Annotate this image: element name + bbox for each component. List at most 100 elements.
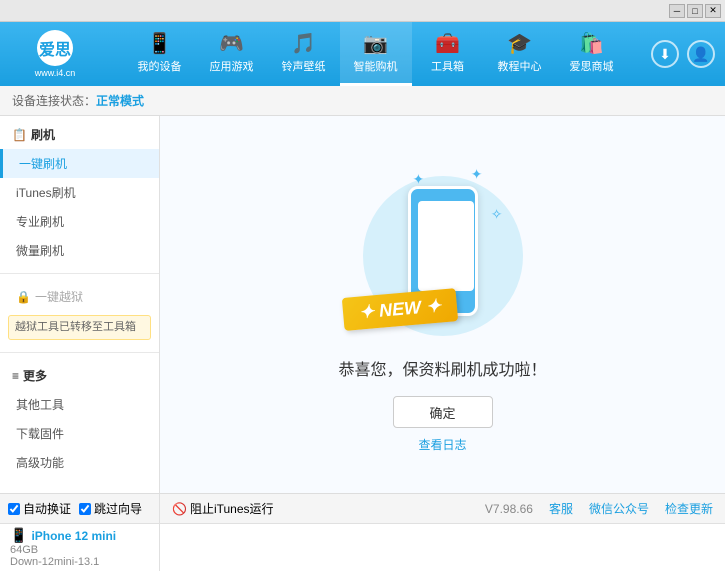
apps-games-icon: 🎮 (219, 31, 244, 56)
jailbreak-warning-text: 越狱工具已转移至工具箱 (15, 321, 136, 333)
sidebar-item-pro-flash[interactable]: 专业刷机 (0, 207, 159, 236)
sparkle-2: ✦ (471, 166, 483, 183)
nav-ringtone-label: 铃声壁纸 (282, 58, 326, 74)
nav-my-device[interactable]: 📱 我的设备 (124, 22, 196, 86)
nav-love-mall[interactable]: 🛍️ 爱思商城 (556, 22, 628, 86)
main-area: 📋 刷机 一键刷机 iTunes刷机 专业刷机 微量刷机 🔒 一键越狱 (0, 116, 725, 493)
version-label: V7.98.66 (485, 502, 533, 516)
nav-right: ⬇ 👤 (651, 40, 715, 68)
status-label: 设备连接状态： (12, 92, 96, 109)
sidebar-item-advanced[interactable]: 高级功能 (0, 448, 159, 477)
logo-area[interactable]: 爱思 www.i4.cn (10, 30, 100, 78)
bottom-bar: 自动换证 跳过向导 🚫 阻止iTunes运行 V7.98.66 客服 微信公众号… (0, 493, 725, 523)
micro-flash-label: 微量刷机 (16, 244, 64, 258)
nav-tutorial-label: 教程中心 (498, 58, 542, 74)
checkbox-row: 自动换证 跳过向导 (8, 500, 151, 517)
success-message: 恭喜您，保资料刷机成功啦！ (338, 356, 546, 380)
flash-section-label: 刷机 (31, 126, 55, 143)
skip-wizard-checkbox[interactable]: 跳过向导 (79, 500, 142, 517)
smart-purchase-icon: 📷 (363, 31, 388, 56)
status-bar: 设备连接状态： 正常模式 (0, 86, 725, 116)
device-storage: 64GB (10, 544, 149, 556)
title-bar: ─ □ ✕ (0, 0, 725, 22)
device-firmware: Down-12mini-13.1 (10, 556, 149, 568)
skip-wizard-label: 跳过向导 (94, 500, 142, 517)
jailbreak-header-disabled: 🔒 一键越狱 (0, 282, 159, 311)
ringtone-icon: 🎵 (291, 31, 316, 56)
device-name: iPhone 12 mini (31, 529, 116, 543)
nav-smart-purchase-label: 智能购机 (354, 58, 398, 74)
one-click-flash-label: 一键刷机 (19, 157, 67, 171)
auto-flash-checkbox[interactable]: 自动换证 (8, 500, 71, 517)
tutorial-icon: 🎓 (507, 31, 532, 56)
status-value: 正常模式 (96, 92, 144, 109)
divider-2 (0, 352, 159, 353)
bottom-right-area: 🚫 阻止iTunes运行 V7.98.66 客服 微信公众号 检查更新 (160, 494, 725, 523)
stop-itunes-label: 阻止iTunes运行 (190, 500, 274, 517)
itunes-flash-label: iTunes刷机 (16, 186, 76, 200)
jailbreak-warning: 越狱工具已转移至工具箱 (8, 315, 151, 340)
sidebar-item-micro-flash[interactable]: 微量刷机 (0, 236, 159, 265)
logo-url: www.i4.cn (35, 68, 76, 78)
nav-mall-label: 爱思商城 (570, 58, 614, 74)
success-illustration: ✦ ✦ ✧ ✦ NEW ✦ (353, 156, 533, 356)
more-section-label: 更多 (23, 367, 47, 384)
auto-flash-input[interactable] (8, 503, 20, 515)
nav-apps-games-label: 应用游戏 (210, 58, 254, 74)
my-device-icon: 📱 (147, 31, 172, 56)
sidebar-section-flash: 📋 刷机 一键刷机 iTunes刷机 专业刷机 微量刷机 (0, 116, 159, 269)
sidebar-item-download-firmware[interactable]: 下载固件 (0, 419, 159, 448)
more-icon: ≡ (12, 369, 19, 383)
download-button[interactable]: ⬇ (651, 40, 679, 68)
sidebar-section-more: ≡ 更多 其他工具 下载固件 高级功能 (0, 357, 159, 481)
nav-smart-purchase[interactable]: 📷 智能购机 (340, 22, 412, 86)
user-button[interactable]: 👤 (687, 40, 715, 68)
sidebar-item-itunes-flash[interactable]: iTunes刷机 (0, 178, 159, 207)
download-firmware-label: 下载固件 (16, 427, 64, 441)
section-flash-header: 📋 刷机 (0, 120, 159, 149)
flash-section-icon: 📋 (12, 128, 27, 142)
advanced-label: 高级功能 (16, 456, 64, 470)
stop-itunes-area: 🚫 阻止iTunes运行 (172, 500, 274, 517)
lock-icon: 🔒 (16, 290, 31, 304)
nav-bar: 📱 我的设备 🎮 应用游戏 🎵 铃声壁纸 📷 智能购机 🧰 工具箱 🎓 教程中心… (100, 22, 651, 86)
phone-screen (418, 201, 474, 291)
sidebar-item-other-tools[interactable]: 其他工具 (0, 390, 159, 419)
confirm-button[interactable]: 确定 (393, 396, 493, 428)
device-strip: 📱 iPhone 12 mini 64GB Down-12mini-13.1 (0, 523, 725, 571)
jailbreak-label: 一键越狱 (35, 288, 83, 305)
phone-small-icon: 📱 (10, 527, 27, 544)
auto-flash-label: 自动换证 (23, 500, 71, 517)
stop-itunes-icon: 🚫 (172, 502, 187, 516)
bottom-links: V7.98.66 客服 微信公众号 检查更新 (485, 500, 713, 517)
check-update-link[interactable]: 检查更新 (665, 500, 713, 517)
wechat-public-link[interactable]: 微信公众号 (589, 500, 649, 517)
mall-icon: 🛍️ (579, 31, 604, 56)
minimize-button[interactable]: ─ (669, 4, 685, 18)
bottom-left-area: 自动换证 跳过向导 (0, 494, 160, 523)
sidebar-section-jailbreak: 🔒 一键越狱 越狱工具已转移至工具箱 (0, 278, 159, 348)
maximize-button[interactable]: □ (687, 4, 703, 18)
other-tools-label: 其他工具 (16, 398, 64, 412)
toolbox-icon: 🧰 (435, 31, 460, 56)
skip-wizard-input[interactable] (79, 503, 91, 515)
customer-service-link[interactable]: 客服 (549, 500, 573, 517)
sparkle-3: ✧ (491, 206, 503, 223)
nav-toolbox[interactable]: 🧰 工具箱 (412, 22, 484, 86)
nav-apps-games[interactable]: 🎮 应用游戏 (196, 22, 268, 86)
logo-icon: 爱思 (37, 30, 73, 66)
device-info-area: 📱 iPhone 12 mini 64GB Down-12mini-13.1 (0, 524, 160, 571)
close-button[interactable]: ✕ (705, 4, 721, 18)
nav-my-device-label: 我的设备 (138, 58, 182, 74)
pro-flash-label: 专业刷机 (16, 215, 64, 229)
section-more-header: ≡ 更多 (0, 361, 159, 390)
goto-daily-link[interactable]: 查看日志 (418, 436, 466, 453)
sidebar-item-one-click-flash[interactable]: 一键刷机 (0, 149, 159, 178)
main-content: ✦ ✦ ✧ ✦ NEW ✦ 恭喜您，保资料刷机成功啦！ 确定 查看日志 (160, 116, 725, 493)
sidebar: 📋 刷机 一键刷机 iTunes刷机 专业刷机 微量刷机 🔒 一键越狱 (0, 116, 160, 493)
nav-toolbox-label: 工具箱 (431, 58, 464, 74)
header: 爱思 www.i4.cn 📱 我的设备 🎮 应用游戏 🎵 铃声壁纸 📷 智能购机… (0, 22, 725, 86)
nav-tutorial-center[interactable]: 🎓 教程中心 (484, 22, 556, 86)
divider-1 (0, 273, 159, 274)
nav-ringtone-wallpaper[interactable]: 🎵 铃声壁纸 (268, 22, 340, 86)
